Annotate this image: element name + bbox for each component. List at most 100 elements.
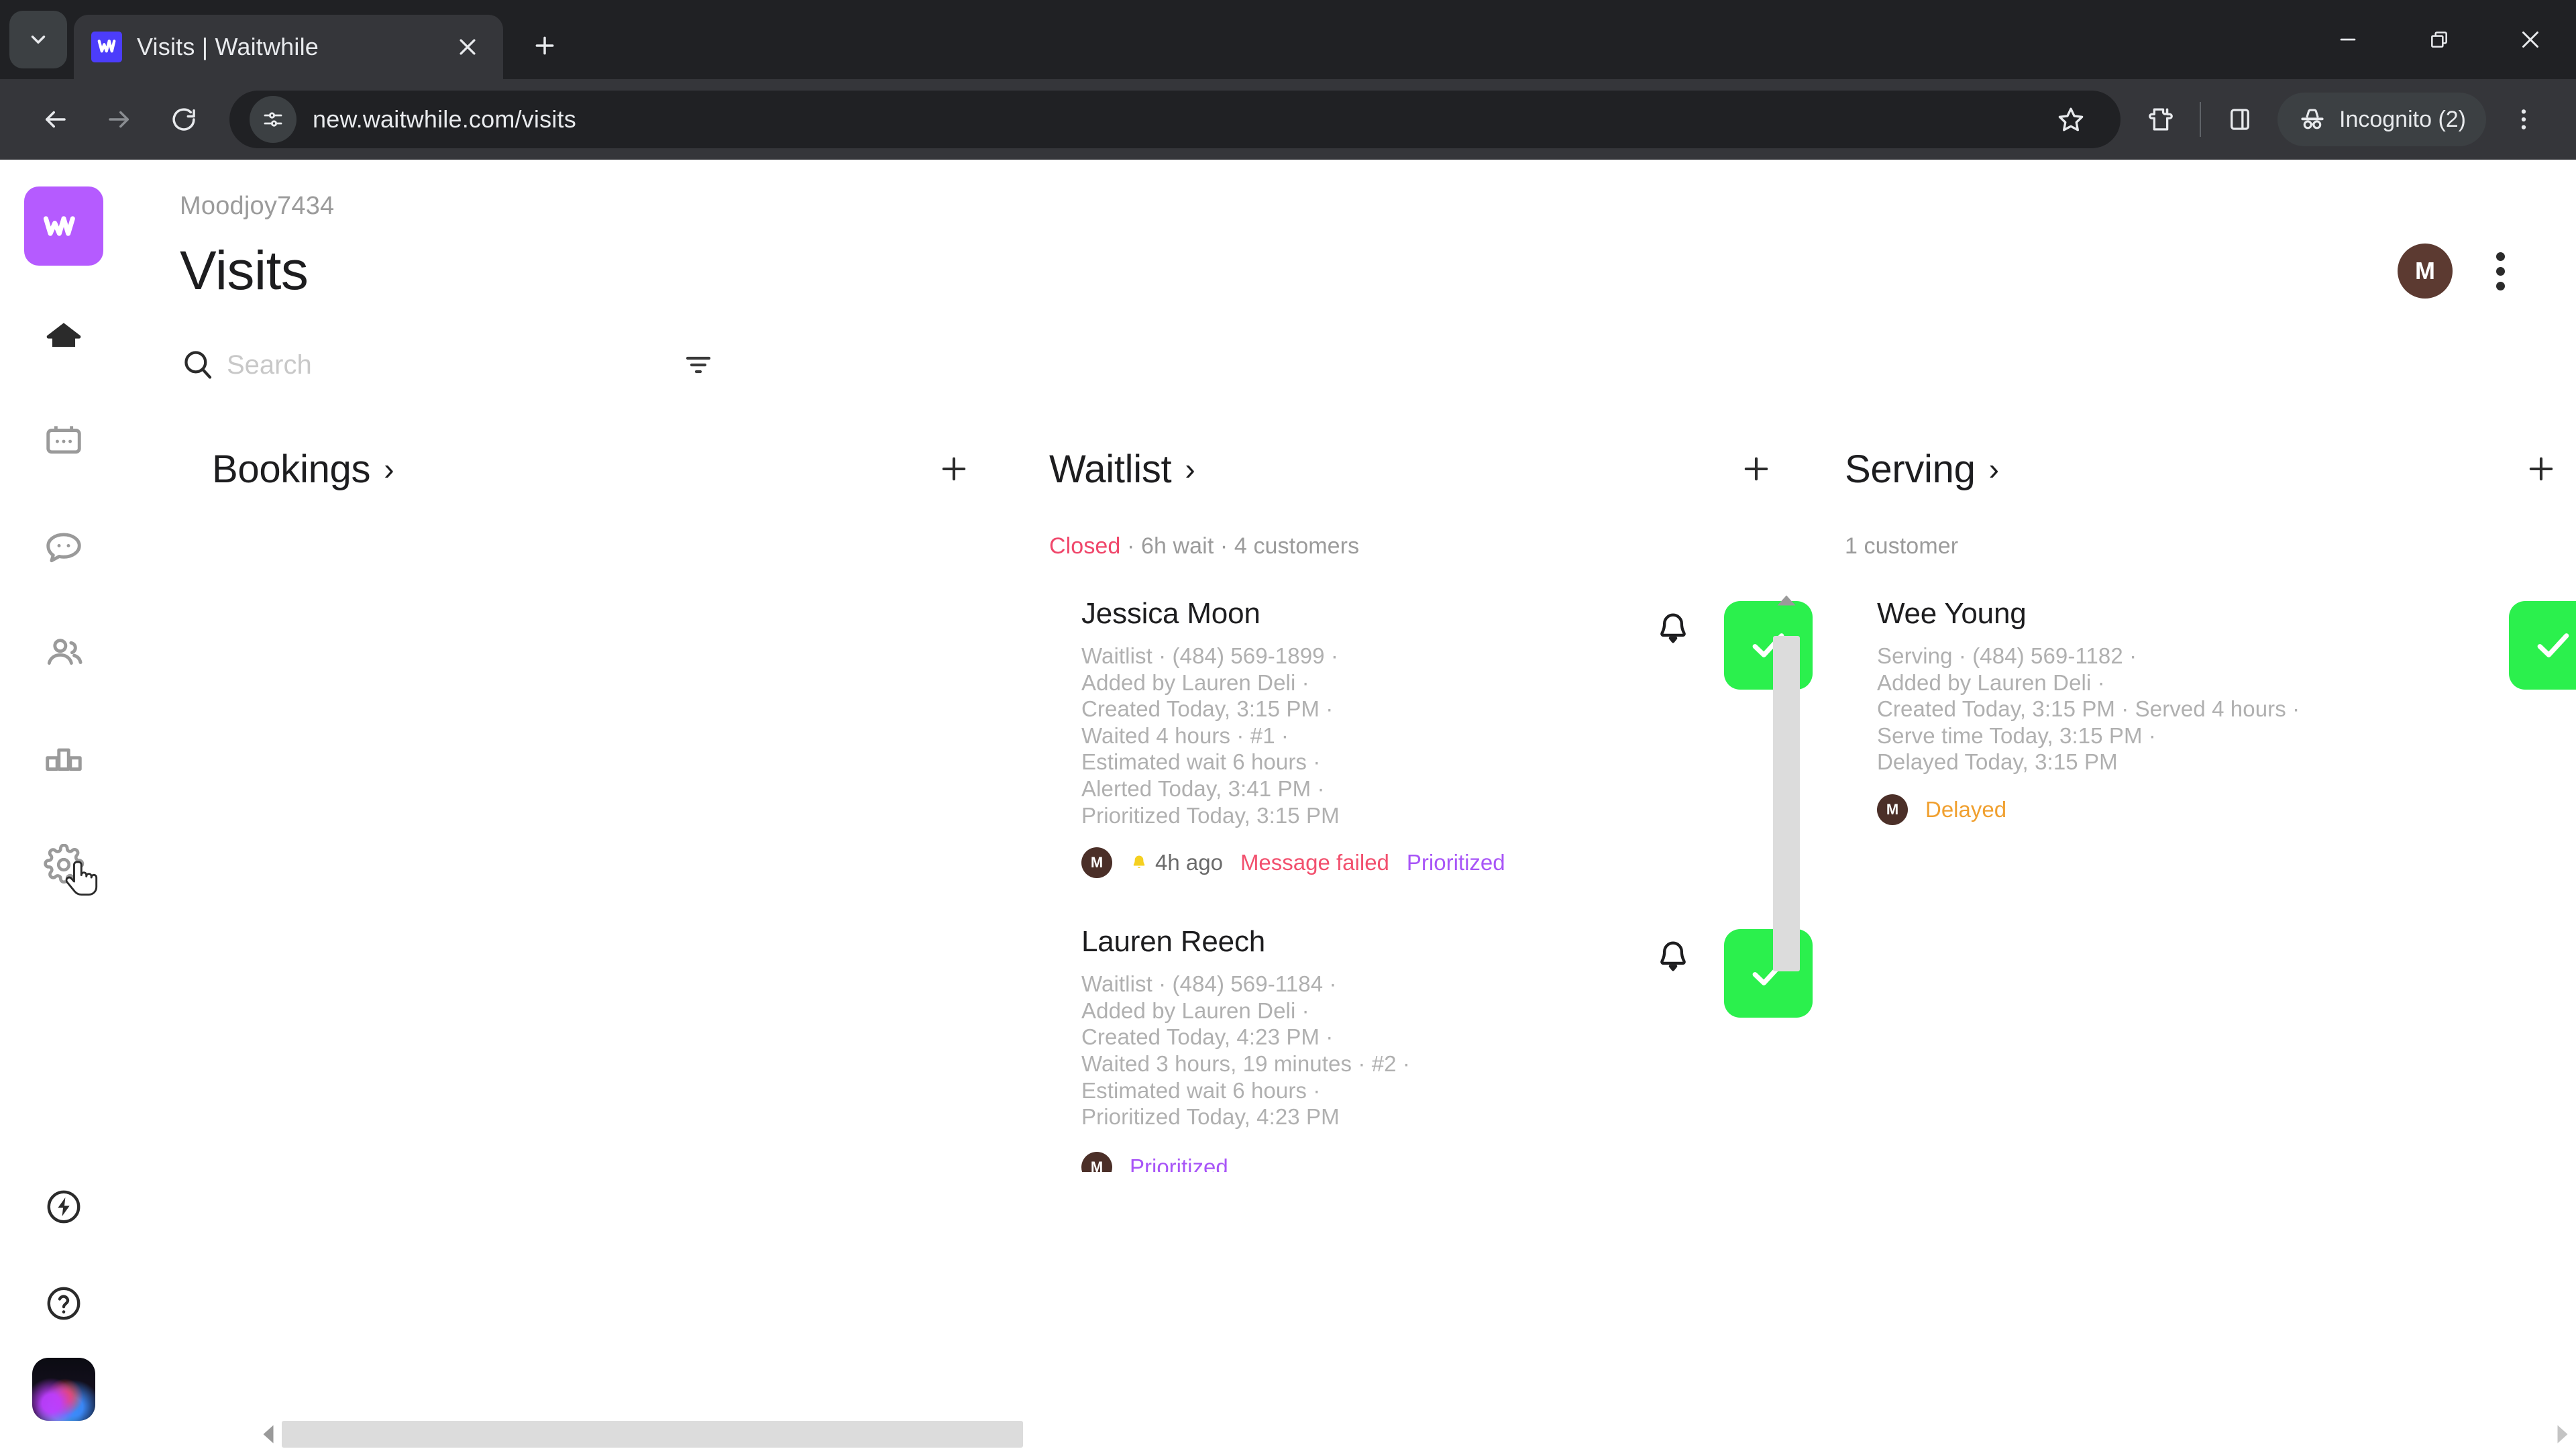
chevron-right-icon[interactable]: › [1989, 453, 1999, 484]
chevron-right-icon[interactable]: › [384, 453, 394, 484]
visit-tag-time: 4h ago [1130, 850, 1223, 875]
page-menu-button[interactable] [2479, 244, 2521, 299]
avatar[interactable]: M [2398, 244, 2453, 299]
maximize-button[interactable] [2394, 0, 2485, 79]
minimize-icon [2340, 38, 2356, 41]
scroll-right-arrow [2557, 1425, 2568, 1444]
scroll-up-button[interactable] [1776, 588, 1796, 613]
filter-icon [686, 356, 711, 374]
notify-button[interactable] [1645, 601, 1701, 657]
sidebar-item-bookings[interactable] [27, 404, 101, 478]
browser-tab[interactable]: Visits | Waitwhile [74, 15, 503, 79]
complete-visit-button[interactable] [2509, 601, 2576, 690]
address-bar[interactable]: new.waitwhile.com/visits [229, 91, 2121, 148]
visit-detail-line: Waited 4 hours · #1 · [1081, 722, 1289, 748]
sidebar-item-customers[interactable] [27, 616, 101, 690]
notify-button[interactable] [1645, 929, 1701, 985]
visit-tag-delayed: Delayed [1925, 796, 2007, 822]
status-badge: Closed [1049, 533, 1121, 559]
column-header-waitlist: Waitlist › [1049, 442, 1813, 496]
visit-card[interactable]: Wee Young Serving · (484) 569-1182 · Add… [1845, 588, 2576, 825]
visit-customer-name: Lauren Reech [1081, 925, 1266, 959]
sidebar-bottom-group [0, 1170, 127, 1421]
column-title[interactable]: Waitlist [1049, 447, 1172, 492]
reload-button[interactable] [152, 87, 216, 152]
three-dot-menu-icon [2521, 109, 2526, 129]
sidebar-item-settings[interactable] [27, 828, 101, 902]
visit-card-main: Jessica Moon Waitlist · (484) 569-1899 ·… [1081, 597, 1645, 879]
toolbar-divider [2200, 102, 2201, 137]
site-settings-button[interactable] [250, 96, 297, 143]
column-title[interactable]: Bookings [212, 447, 371, 492]
sidebar-item-whats-new[interactable] [27, 1170, 101, 1244]
filter-button[interactable] [674, 340, 723, 390]
omnibox-actions [2041, 90, 2100, 149]
visit-detail-line: Prioritized Today, 4:23 PM [1081, 1104, 1340, 1130]
home-icon [46, 323, 81, 347]
breadcrumb[interactable]: Moodjoy7434 [180, 192, 2576, 221]
visit-tag-time-label: 4h ago [1155, 850, 1223, 875]
scroll-right-button[interactable] [2549, 1419, 2576, 1449]
sidebar-item-analytics[interactable] [27, 722, 101, 796]
sidebar-account-avatar[interactable] [32, 1358, 95, 1421]
visit-detail-line: Estimated wait 6 hours · [1081, 749, 1321, 775]
scrollbar-thumb[interactable] [1773, 636, 1800, 971]
column-header-serving: Serving › [1845, 442, 2576, 496]
hscrollbar-track[interactable] [282, 1421, 2549, 1448]
browser-window: Visits | Waitwhile new.waitwhile.com/vis… [0, 0, 2576, 1449]
visit-detail-line: Added by Lauren Deli · [1877, 669, 2105, 695]
browser-menu-button[interactable] [2494, 90, 2553, 149]
scroll-up-arrow [1777, 595, 1796, 606]
visit-tag-prioritized: Prioritized [1406, 850, 1505, 875]
chevron-right-icon[interactable]: › [1185, 453, 1195, 484]
visit-detail-line: Waited 3 hours, 19 minutes · #2 · [1081, 1051, 1410, 1076]
visit-detail-line: Created Today, 3:15 PM · [1081, 696, 1334, 722]
add-serving-visit-button[interactable] [2514, 442, 2568, 496]
incognito-indicator[interactable]: Incognito (2) [2277, 93, 2486, 146]
waitlist-vertical-scrollbar[interactable] [1772, 588, 1801, 1449]
back-arrow-icon [46, 111, 66, 128]
chevron-down-icon [31, 36, 46, 44]
back-button[interactable] [23, 87, 87, 152]
visit-detail-line: Added by Lauren Deli · [1081, 669, 1309, 695]
new-tab-button[interactable] [519, 20, 570, 71]
close-icon [460, 39, 476, 55]
column-meta-rest: · 6h wait · 4 customers [1120, 533, 1360, 559]
search-bar [180, 340, 723, 390]
tab-search-button[interactable] [9, 11, 67, 68]
hscrollbar-thumb[interactable] [282, 1421, 1023, 1448]
column-bookings: Bookings › [212, 442, 1010, 1449]
visit-card[interactable]: Jessica Moon Waitlist · (484) 569-1899 ·… [1049, 588, 1813, 879]
visit-card[interactable]: Lauren Reech Waitlist · (484) 569-1184 ·… [1049, 916, 1813, 1130]
scroll-left-button[interactable] [255, 1419, 282, 1449]
visit-card-tags: M Delayed [1877, 794, 2509, 825]
close-tab-button[interactable] [449, 29, 486, 65]
column-waitlist: Waitlist › Closed · 6h wait · 4 customer… [1010, 442, 1813, 1449]
column-header-bookings: Bookings › [212, 442, 1010, 496]
extensions-button[interactable] [2131, 90, 2190, 149]
sidebar-item-home[interactable] [27, 298, 101, 372]
brand-logo[interactable] [24, 186, 103, 266]
plus-icon [535, 36, 554, 55]
search-input[interactable] [227, 343, 674, 387]
visit-tag-message-failed: Message failed [1240, 850, 1389, 875]
sidebar-item-messages[interactable] [27, 510, 101, 584]
scrollbar-track[interactable] [1773, 613, 1800, 1424]
visit-detail-line: Serve time Today, 3:15 PM · [1877, 722, 2156, 748]
close-icon [2522, 32, 2538, 48]
column-title[interactable]: Serving [1845, 447, 1976, 492]
add-waitlist-visit-button[interactable] [1729, 442, 1783, 496]
bookmark-button[interactable] [2041, 90, 2100, 149]
bell-yellow-icon [1133, 855, 1145, 869]
tab-strip: Visits | Waitwhile [0, 0, 2576, 79]
side-panel-button[interactable] [2210, 90, 2269, 149]
minimize-button[interactable] [2302, 0, 2394, 79]
board-horizontal-scrollbar[interactable] [255, 1419, 2576, 1449]
forward-button[interactable] [87, 87, 152, 152]
reload-icon [172, 108, 195, 131]
close-window-button[interactable] [2485, 0, 2576, 79]
url-text: new.waitwhile.com/visits [313, 105, 576, 133]
sidebar-item-help[interactable] [27, 1267, 101, 1340]
add-booking-button[interactable] [927, 442, 981, 496]
visit-detail-line: Alerted Today, 3:41 PM · [1081, 775, 1325, 801]
